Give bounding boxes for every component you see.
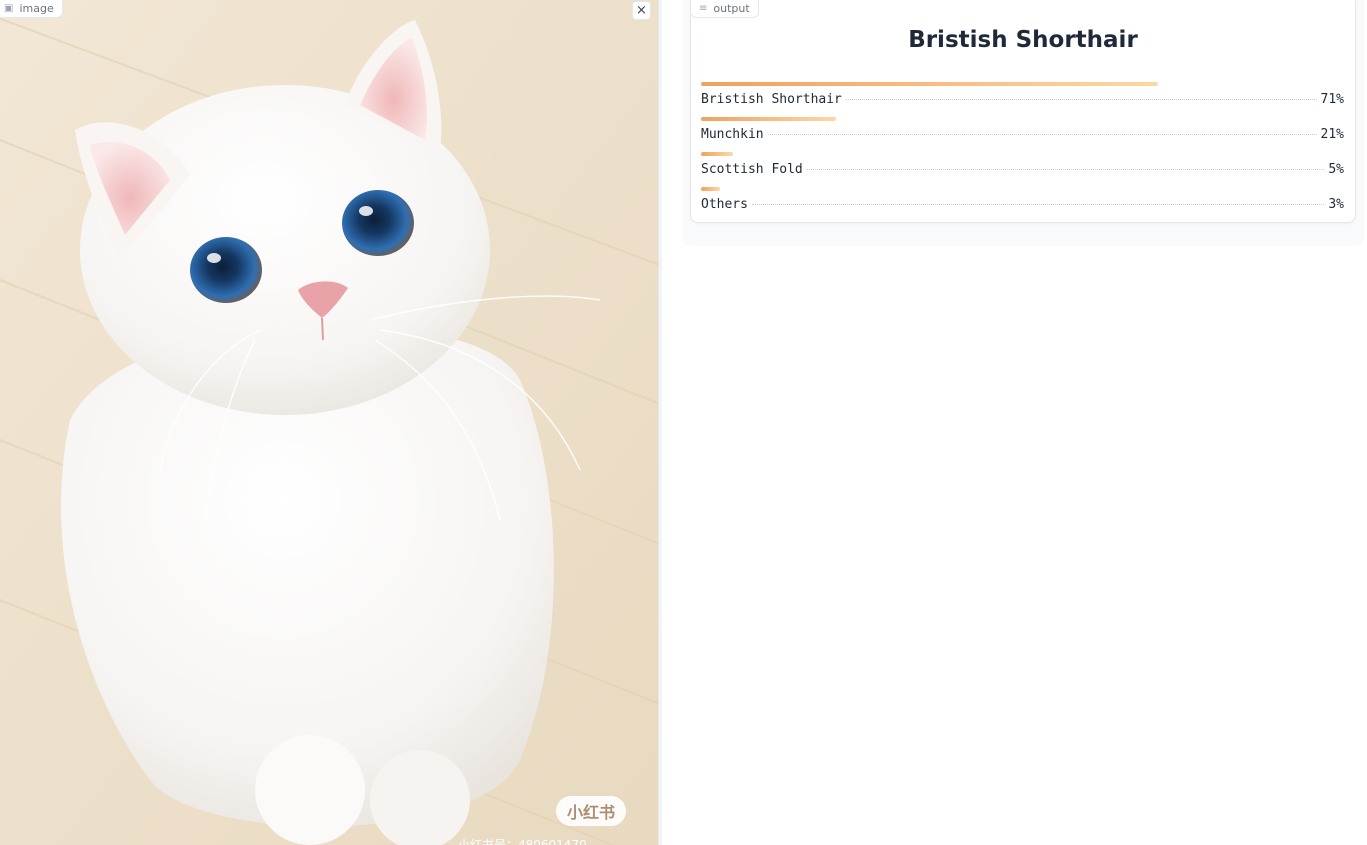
confidence-bar: [701, 152, 733, 156]
confidence-label: Bristish Shorthair: [701, 92, 842, 107]
confidence-bar: [701, 187, 720, 191]
predicted-label: Bristish Shorthair: [908, 27, 1138, 53]
confidence-percent: 71%: [1320, 92, 1344, 107]
dotted-leader: [845, 99, 1317, 100]
chart-icon: ≡: [699, 2, 708, 14]
confidence-label: Others: [701, 197, 748, 212]
confidence-line: Bristish Shorthair 71%: [701, 92, 1344, 107]
app-root: ▣ image × 小红书 小红书号：480601470 ≡ output Br…: [0, 0, 1367, 845]
confidence-label: Munchkin: [701, 127, 764, 142]
confidence-percent: 21%: [1320, 127, 1344, 142]
output-label-text: output: [713, 2, 750, 15]
image-label-text: image: [19, 2, 54, 15]
output-block-label: ≡ output: [690, 0, 759, 18]
confidence-row[interactable]: Munchkin 21%: [701, 115, 1344, 150]
dotted-leader: [806, 169, 1325, 170]
confidence-percent: 5%: [1328, 162, 1344, 177]
image-block-label: ▣ image: [0, 0, 63, 18]
confidence-line: Others 3%: [701, 197, 1344, 212]
confidence-bar: [701, 117, 836, 121]
confidence-row[interactable]: Others 3%: [701, 185, 1344, 220]
panel-divider[interactable]: [658, 0, 662, 845]
dotted-leader: [767, 134, 1317, 135]
confidence-list: Bristish Shorthair 71% Munchkin 21% Scot…: [701, 80, 1344, 220]
watermark-text: 小红书号：480601470: [458, 838, 587, 845]
confidence-label: Scottish Fold: [701, 162, 803, 177]
confidence-row[interactable]: Scottish Fold 5%: [701, 150, 1344, 185]
confidence-percent: 3%: [1328, 197, 1344, 212]
confidence-row[interactable]: Bristish Shorthair 71%: [701, 80, 1344, 115]
image-input-panel[interactable]: [0, 0, 658, 845]
cat-photo: [0, 0, 658, 845]
close-icon: ×: [636, 3, 647, 18]
image-icon: ▣: [4, 2, 14, 14]
watermark-badge: 小红书: [556, 796, 626, 826]
confidence-line: Munchkin 21%: [701, 127, 1344, 142]
confidence-line: Scottish Fold 5%: [701, 162, 1344, 177]
clear-image-button[interactable]: ×: [632, 1, 651, 20]
dotted-leader: [751, 204, 1325, 205]
confidence-bar: [701, 82, 1158, 86]
